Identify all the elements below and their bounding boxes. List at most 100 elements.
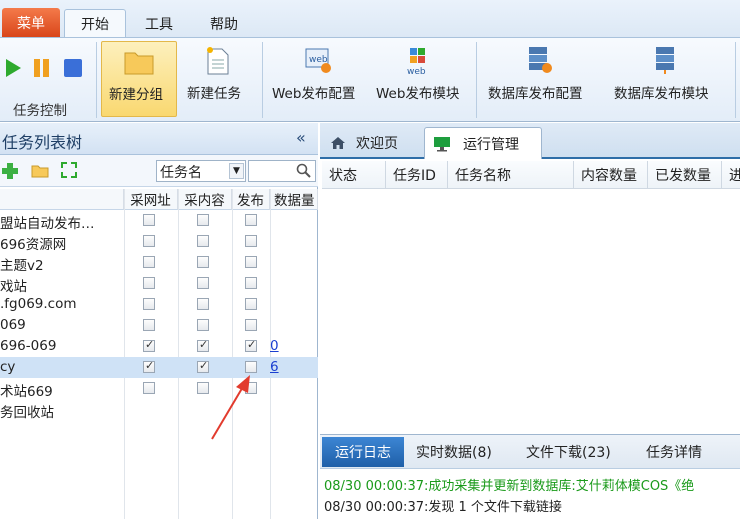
task-tree-row[interactable]: 696-069 0: [0, 336, 318, 357]
play-icon: [6, 59, 21, 77]
task-name: 069: [0, 317, 26, 333]
column-header-publish[interactable]: 发布: [232, 189, 270, 210]
add-icon[interactable]: [2, 163, 18, 179]
checkbox[interactable]: [245, 256, 257, 268]
web-publish-module-button[interactable]: web Web发布模块: [370, 41, 466, 117]
checkbox[interactable]: [245, 361, 257, 373]
task-tree-row[interactable]: 术站669: [0, 378, 318, 400]
grid-header-progress[interactable]: 进: [722, 161, 740, 189]
svg-text:web: web: [407, 67, 426, 76]
task-name: 戏站: [0, 279, 27, 295]
new-task-button[interactable]: 新建任务: [183, 41, 253, 117]
db-publish-module-button[interactable]: 数据库发布模块: [608, 41, 728, 117]
log-line: 08/30 00:00:37:发现 1 个文件下载链接: [324, 500, 562, 515]
grid-header-status[interactable]: 状态: [322, 161, 386, 189]
task-tree-row[interactable]: .fg069.com: [0, 294, 318, 315]
task-tree-row[interactable]: cy 6: [0, 357, 318, 378]
task-tree-row[interactable]: 盟站自动发布…: [0, 210, 318, 232]
menu-button[interactable]: 菜单: [2, 8, 60, 37]
column-header-collect-content[interactable]: 采内容: [178, 189, 232, 210]
grid-header-published-count[interactable]: 已发数量: [648, 161, 722, 189]
database-config-icon: [529, 47, 552, 73]
checkbox[interactable]: [245, 277, 257, 289]
db-publish-config-button[interactable]: 数据库发布配置: [483, 41, 599, 117]
checkbox[interactable]: [245, 338, 257, 352]
task-tree-row[interactable]: 务回收站: [0, 399, 318, 421]
column-header-collect-url[interactable]: 采网址: [124, 189, 178, 210]
task-name: cy: [0, 359, 16, 375]
checkbox[interactable]: [143, 338, 155, 352]
task-name: 696-069: [0, 338, 57, 354]
play-button[interactable]: [4, 58, 22, 82]
checkbox[interactable]: [197, 319, 209, 331]
task-name: .fg069.com: [0, 296, 77, 312]
new-group-button[interactable]: 新建分组: [101, 41, 177, 117]
task-name: 盟站自动发布…: [0, 216, 95, 232]
tab-help[interactable]: 帮助: [196, 9, 252, 38]
stop-button[interactable]: [63, 58, 83, 82]
task-tree-row[interactable]: 069: [0, 315, 318, 336]
column-header-name[interactable]: [0, 189, 124, 210]
document-tab-bar: 欢迎页 运行管理: [320, 123, 740, 159]
bottom-panel: 运行日志 实时数据(8) 文件下载(23) 任务详情 08/30 00:00:3…: [320, 434, 740, 519]
collapse-panel-button[interactable]: «: [296, 128, 306, 147]
task-tree-row[interactable]: 主题v2: [0, 252, 318, 274]
grid-header-task-name[interactable]: 任务名称: [448, 161, 574, 189]
stop-icon: [64, 59, 82, 77]
checkbox[interactable]: [143, 382, 155, 394]
search-icon[interactable]: [296, 163, 312, 179]
tab-task-details[interactable]: 任务详情: [646, 437, 702, 467]
grid-header-content-count[interactable]: 内容数量: [574, 161, 648, 189]
new-task-label: 新建任务: [187, 86, 241, 102]
data-count-link[interactable]: 6: [270, 359, 279, 375]
pause-icon: [34, 59, 49, 77]
tab-run-management[interactable]: 运行管理: [424, 127, 542, 159]
task-tree-row[interactable]: 戏站: [0, 273, 318, 295]
log-line: 08/30 00:00:37:成功采集并更新到数据库:艾什莉体模COS《绝: [324, 479, 695, 494]
checkbox[interactable]: [197, 235, 209, 247]
checkbox[interactable]: [197, 214, 209, 226]
checkbox[interactable]: [143, 298, 155, 310]
task-name: 术站669: [0, 384, 53, 400]
checkbox[interactable]: [143, 277, 155, 289]
task-tree-title: 任务列表树: [2, 133, 83, 152]
checkbox[interactable]: [143, 235, 155, 247]
ribbon-toolbar: 任务控制 新建分组 新建任务 web Web发布配置 web Web发布模块 数…: [0, 37, 740, 122]
ribbon-separator: [96, 42, 97, 118]
tab-run-log[interactable]: 运行日志: [322, 437, 404, 467]
checkbox[interactable]: [245, 235, 257, 247]
tab-welcome-label: 欢迎页: [356, 136, 398, 152]
tab-realtime-data[interactable]: 实时数据(8): [416, 437, 492, 467]
checkbox[interactable]: [143, 256, 155, 268]
tab-tools[interactable]: 工具: [134, 9, 184, 38]
task-tree-row[interactable]: 696资源网: [0, 231, 318, 253]
folder-icon[interactable]: [31, 163, 49, 178]
checkbox[interactable]: [143, 359, 155, 373]
tab-welcome[interactable]: 欢迎页: [330, 127, 398, 159]
expand-icon[interactable]: [61, 162, 77, 178]
tab-file-download[interactable]: 文件下载(23): [526, 437, 611, 467]
checkbox[interactable]: [197, 298, 209, 310]
checkbox[interactable]: [245, 214, 257, 226]
checkbox[interactable]: [197, 256, 209, 268]
checkbox[interactable]: [143, 214, 155, 226]
checkbox[interactable]: [245, 319, 257, 331]
data-count-link[interactable]: 0: [270, 338, 279, 354]
db-publish-config-label: 数据库发布配置: [488, 86, 583, 102]
web-module-icon: web: [407, 48, 426, 76]
checkbox[interactable]: [143, 319, 155, 331]
pause-button[interactable]: [33, 58, 51, 82]
run-grid-body: [322, 189, 740, 434]
tab-start[interactable]: 开始: [64, 9, 126, 38]
checkbox[interactable]: [245, 298, 257, 310]
grid-header-task-id[interactable]: 任务ID: [386, 161, 448, 189]
tab-run-management-label: 运行管理: [463, 136, 519, 153]
checkbox[interactable]: [197, 277, 209, 289]
web-publish-module-label: Web发布模块: [376, 86, 460, 102]
checkbox[interactable]: [197, 338, 209, 352]
filter-field-select[interactable]: 任务名 ▼: [156, 160, 246, 182]
checkbox[interactable]: [197, 359, 209, 373]
database-module-icon: [656, 47, 674, 74]
column-header-data-count[interactable]: 数据量: [270, 189, 318, 210]
web-publish-config-button[interactable]: web Web发布配置: [268, 41, 364, 117]
